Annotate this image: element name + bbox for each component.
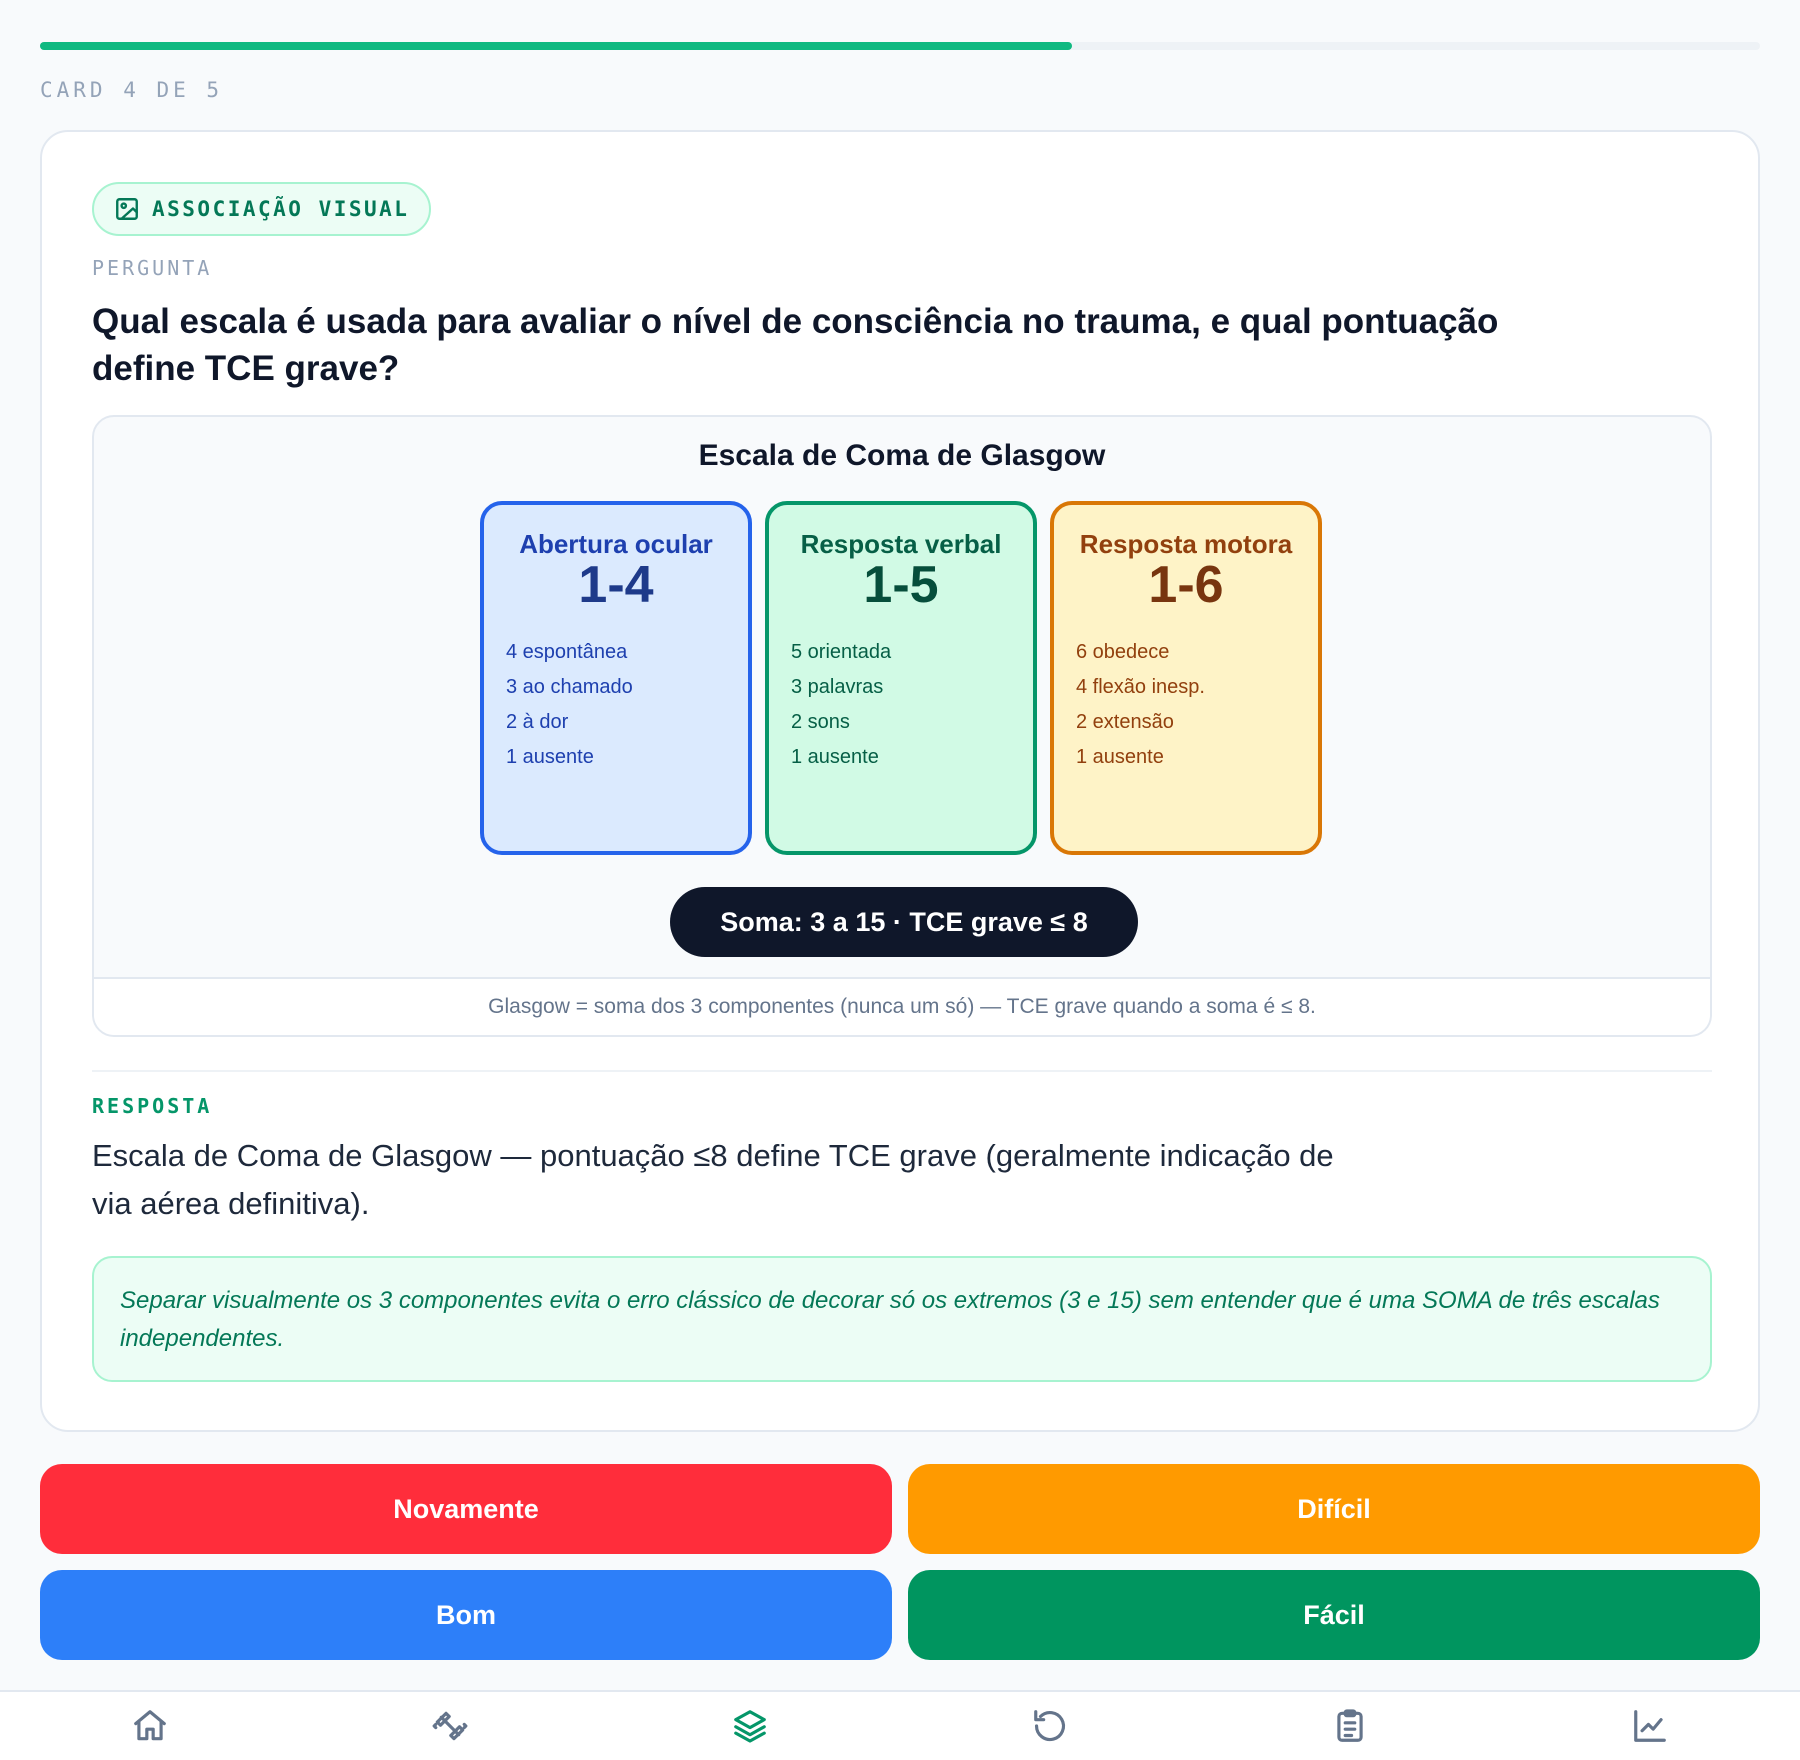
progress-bar: [40, 42, 1760, 50]
nav-practice[interactable]: [428, 1704, 472, 1748]
explanation-note: Separar visualmente os 3 componentes evi…: [92, 1256, 1712, 1382]
component-range: 1-4: [578, 556, 654, 614]
component-range: 1-5: [863, 556, 939, 614]
home-icon: [134, 1710, 166, 1741]
figure-title: Escala de Coma de Glasgow: [698, 439, 1106, 472]
card-type-badge: ASSOCIAÇÃO VISUAL: [92, 182, 432, 236]
glasgow-figure: Escala de Coma de Glasgow Abertura ocula…: [92, 415, 1712, 1037]
component-item: 5 orientada: [791, 641, 892, 663]
component-item: 3 ao chamado: [506, 676, 633, 698]
flashcard: ASSOCIAÇÃO VISUAL PERGUNTA Qual escala é…: [40, 130, 1760, 1432]
nav-flashcards[interactable]: [728, 1704, 772, 1748]
component-item: 1 ausente: [1076, 746, 1164, 768]
component-item: 3 palavras: [791, 676, 884, 698]
component-item: 4 espontânea: [506, 641, 628, 663]
divider: [92, 1070, 1712, 1072]
sum-pill: Soma: 3 a 15 · TCE grave ≤ 8: [670, 887, 1138, 957]
component-eye-opening: Abertura ocular 1-4 4 espontânea 3 ao ch…: [480, 501, 752, 855]
chart-line-icon: [1634, 1710, 1666, 1742]
component-items: 4 espontânea 3 ao chamado 2 à dor 1 ause…: [506, 635, 633, 775]
layers-icon: [734, 1710, 766, 1743]
progress-bar-fill: [40, 42, 1072, 50]
component-item: 2 sons: [791, 711, 850, 733]
dumbbell-icon: [432, 1711, 468, 1741]
nav-history[interactable]: [1028, 1704, 1072, 1748]
good-button[interactable]: Bom: [40, 1570, 892, 1660]
component-item: 6 obedece: [1076, 641, 1170, 663]
nav-home[interactable]: [128, 1704, 172, 1748]
component-item: 1 ausente: [506, 746, 594, 768]
bottom-nav: [0, 1690, 1800, 1760]
component-item: 1 ausente: [791, 746, 879, 768]
card-type-label: ASSOCIAÇÃO VISUAL: [152, 197, 410, 221]
history-icon: [1034, 1710, 1066, 1742]
again-button[interactable]: Novamente: [40, 1464, 892, 1554]
hard-button[interactable]: Difícil: [908, 1464, 1760, 1554]
component-item: 2 à dor: [506, 711, 569, 733]
answer-text: Escala de Coma de Glasgow — pontuação ≤8…: [92, 1138, 1334, 1221]
nav-exams[interactable]: [1328, 1704, 1372, 1748]
clipboard-icon: [1337, 1709, 1363, 1742]
component-item: 2 extensão: [1076, 711, 1174, 733]
answer-label: RESPOSTA: [92, 1094, 213, 1118]
figure-caption: Glasgow = soma dos 3 componentes (nunca …: [94, 977, 1710, 1035]
question-text: Qual escala é usada para avaliar o nível…: [92, 302, 1499, 388]
card-counter: CARD 4 DE 5: [40, 78, 224, 102]
component-range: 1-6: [1148, 556, 1224, 614]
component-verbal-response: Resposta verbal 1-5 5 orientada 3 palavr…: [765, 501, 1037, 855]
component-items: 5 orientada 3 palavras 2 sons 1 ausente: [791, 635, 891, 775]
component-item: 4 flexão inesp.: [1076, 676, 1205, 698]
component-items: 6 obedece 4 flexão inesp. 2 extensão 1 a…: [1076, 635, 1205, 775]
easy-button[interactable]: Fácil: [908, 1570, 1760, 1660]
component-motor-response: Resposta motora 1-6 6 obedece 4 flexão i…: [1050, 501, 1322, 855]
image-icon: [114, 196, 140, 222]
nav-stats[interactable]: [1628, 1704, 1672, 1748]
question-label: PERGUNTA: [92, 256, 213, 280]
